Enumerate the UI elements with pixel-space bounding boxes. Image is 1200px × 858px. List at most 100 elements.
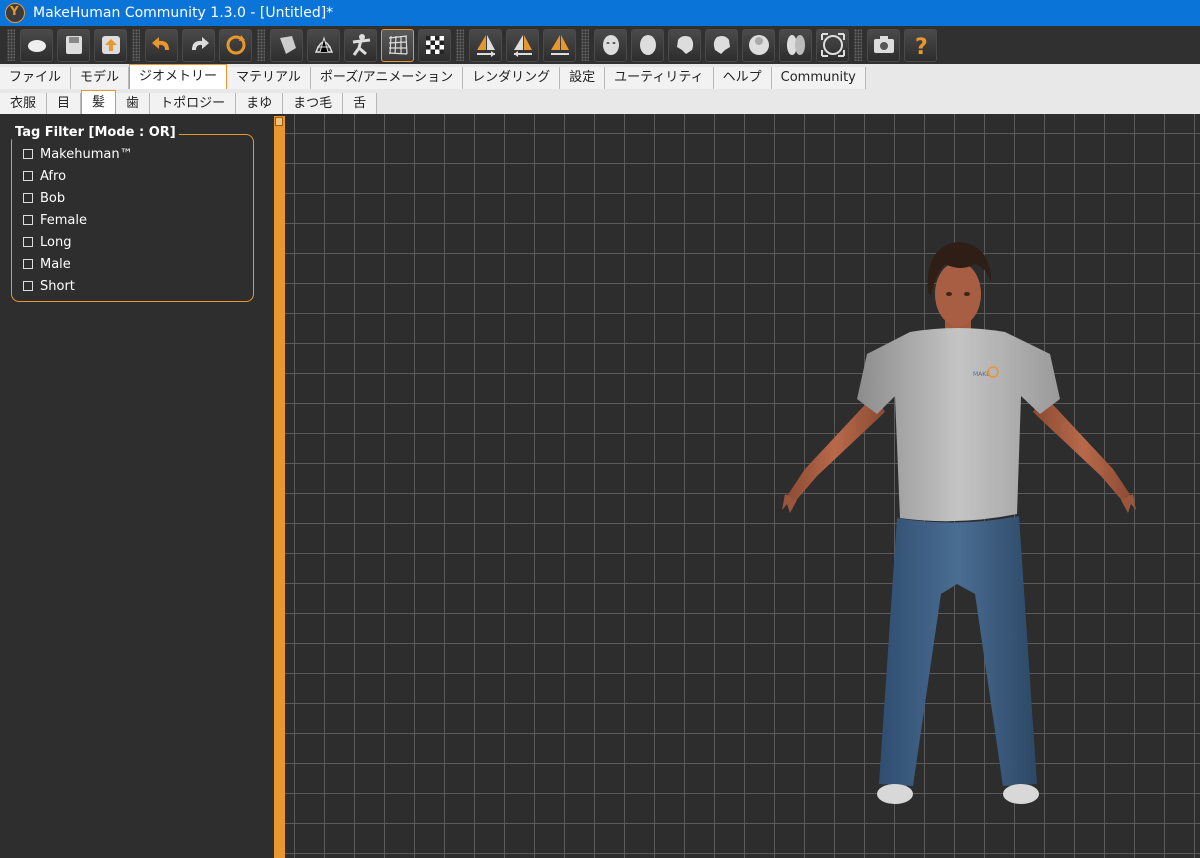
- main-tab[interactable]: モデル: [71, 67, 130, 89]
- 3d-viewport[interactable]: MAKE: [285, 114, 1200, 858]
- title-bar: MakeHuman Community 1.3.0 - [Untitled]*: [0, 0, 1200, 26]
- human-model: MAKE: [782, 242, 1136, 804]
- export-icon: [101, 36, 120, 54]
- tag-filter-item[interactable]: Female: [23, 209, 133, 231]
- background-button[interactable]: [418, 28, 451, 62]
- sub-tab[interactable]: 目: [47, 93, 82, 114]
- tag-checkbox[interactable]: [23, 259, 33, 269]
- symmetry-button[interactable]: [543, 28, 576, 62]
- tag-checkbox[interactable]: [23, 237, 33, 247]
- tag-filter-item[interactable]: Bob: [23, 187, 133, 209]
- main-tab[interactable]: マテリアル: [227, 67, 311, 89]
- sub-tab[interactable]: 髪: [81, 90, 117, 114]
- main-tab[interactable]: レンダリング: [463, 67, 561, 89]
- tag-label: Afro: [40, 168, 67, 184]
- toolbar-grip[interactable]: [132, 29, 140, 61]
- tag-label: Long: [40, 234, 72, 250]
- svg-text:?: ?: [915, 35, 928, 58]
- right-view-button[interactable]: [705, 28, 738, 62]
- main-tab[interactable]: ヘルプ: [713, 67, 772, 89]
- right-view-icon: [713, 36, 730, 54]
- main-tab-bar: ファイル モデル ジオメトリー マテリアル ポーズ/アニメーション レンダリング 設定 ユーテ…: [0, 64, 1200, 90]
- back-view-button[interactable]: [631, 28, 664, 62]
- reset-icon: [226, 35, 245, 55]
- sub-tab[interactable]: まゆ: [236, 93, 284, 114]
- symmetry-left-button[interactable]: [506, 28, 539, 62]
- left-panel: Tag Filter [Mode : OR] Makehuman™ Afro Bob…: [0, 114, 274, 858]
- bottom-view-button[interactable]: [779, 28, 812, 62]
- tag-label: Male: [40, 256, 71, 272]
- help-button[interactable]: ?: [904, 28, 937, 62]
- main-tab[interactable]: ポーズ/アニメーション: [310, 67, 464, 89]
- tag-checkbox[interactable]: [23, 171, 33, 181]
- bottom-view-icon: [786, 35, 805, 55]
- pose-button[interactable]: [344, 28, 377, 62]
- tag-filter-item[interactable]: Afro: [23, 165, 133, 187]
- top-view-button[interactable]: [742, 28, 775, 62]
- tag-filter-item[interactable]: Long: [23, 231, 133, 253]
- panel-splitter[interactable]: [274, 116, 285, 858]
- tag-label: Short: [40, 278, 75, 294]
- tag-filter-title: Tag Filter [Mode : OR]: [12, 125, 179, 140]
- tag-filter-item[interactable]: Short: [23, 275, 133, 297]
- main-tab[interactable]: ファイル: [0, 67, 72, 89]
- sub-tab[interactable]: まつ毛: [283, 93, 344, 114]
- sub-tab[interactable]: 衣服: [0, 93, 48, 114]
- toolbar-group: ?: [851, 26, 939, 64]
- tag-label: Makehuman™: [40, 146, 133, 162]
- tag-checkbox[interactable]: [23, 281, 33, 291]
- window-title: MakeHuman Community 1.3.0 - [Untitled]*: [33, 5, 334, 21]
- main-tab[interactable]: ジオメトリー: [129, 64, 228, 89]
- grid-button[interactable]: [381, 28, 414, 62]
- left-shoe: [877, 784, 913, 804]
- t-shirt: [857, 328, 1060, 522]
- symmetry-right-button[interactable]: [469, 28, 502, 62]
- reset-camera-icon: [820, 33, 845, 57]
- splitter-handle[interactable]: [275, 117, 283, 126]
- screenshot-icon: [873, 36, 894, 53]
- front-view-button[interactable]: [594, 28, 627, 62]
- back-view-icon: [639, 35, 656, 55]
- tag-checkbox[interactable]: [23, 215, 33, 225]
- sub-tab[interactable]: トポロジー: [150, 93, 237, 114]
- tag-checkbox[interactable]: [23, 193, 33, 203]
- main-tab[interactable]: 設定: [560, 67, 606, 89]
- smooth-button[interactable]: [270, 28, 303, 62]
- toolbar-grip[interactable]: [581, 29, 589, 61]
- screenshot-button[interactable]: [867, 28, 900, 62]
- symmetry-left-icon: [513, 35, 532, 57]
- top-view-icon: [748, 35, 769, 55]
- redo-button[interactable]: [182, 28, 215, 62]
- help-icon: ?: [915, 35, 928, 58]
- toolbar-grip[interactable]: [854, 29, 862, 61]
- toolbar-grip[interactable]: [7, 29, 15, 61]
- smooth-icon: [279, 36, 296, 54]
- reset-button[interactable]: [219, 28, 252, 62]
- sub-tab[interactable]: 舌: [343, 93, 378, 114]
- tag-checkbox[interactable]: [23, 149, 33, 159]
- toolbar-group: [129, 26, 254, 64]
- wireframe-button[interactable]: [307, 28, 340, 62]
- app-logo-icon: [5, 3, 25, 23]
- redo-icon: [191, 37, 209, 50]
- main-tab[interactable]: Community: [771, 67, 866, 89]
- tag-filter-list: Makehuman™ Afro Bob Female Long Male Short: [23, 143, 133, 297]
- toolbar-group: [453, 26, 578, 64]
- undo-icon: [151, 37, 169, 50]
- reset-camera-button[interactable]: [816, 28, 849, 62]
- toolbar-grip[interactable]: [257, 29, 265, 61]
- toolbar-grip[interactable]: [456, 29, 464, 61]
- file-new-button[interactable]: [20, 28, 53, 62]
- sub-tab[interactable]: 歯: [116, 93, 151, 114]
- undo-button[interactable]: [145, 28, 178, 62]
- tag-filter-item[interactable]: Male: [23, 253, 133, 275]
- symmetry-icon: [550, 35, 569, 55]
- sub-tab-bar: 衣服目髪歯トポロジー まゆ まつ毛舌: [0, 89, 1200, 114]
- right-arm: [1033, 394, 1133, 504]
- left-view-button[interactable]: [668, 28, 701, 62]
- tag-filter-item[interactable]: Makehuman™: [23, 143, 133, 165]
- save-button[interactable]: [57, 28, 90, 62]
- toolbar-group: [4, 26, 129, 64]
- main-tab[interactable]: ユーティリティ: [605, 67, 714, 89]
- export-button[interactable]: [94, 28, 127, 62]
